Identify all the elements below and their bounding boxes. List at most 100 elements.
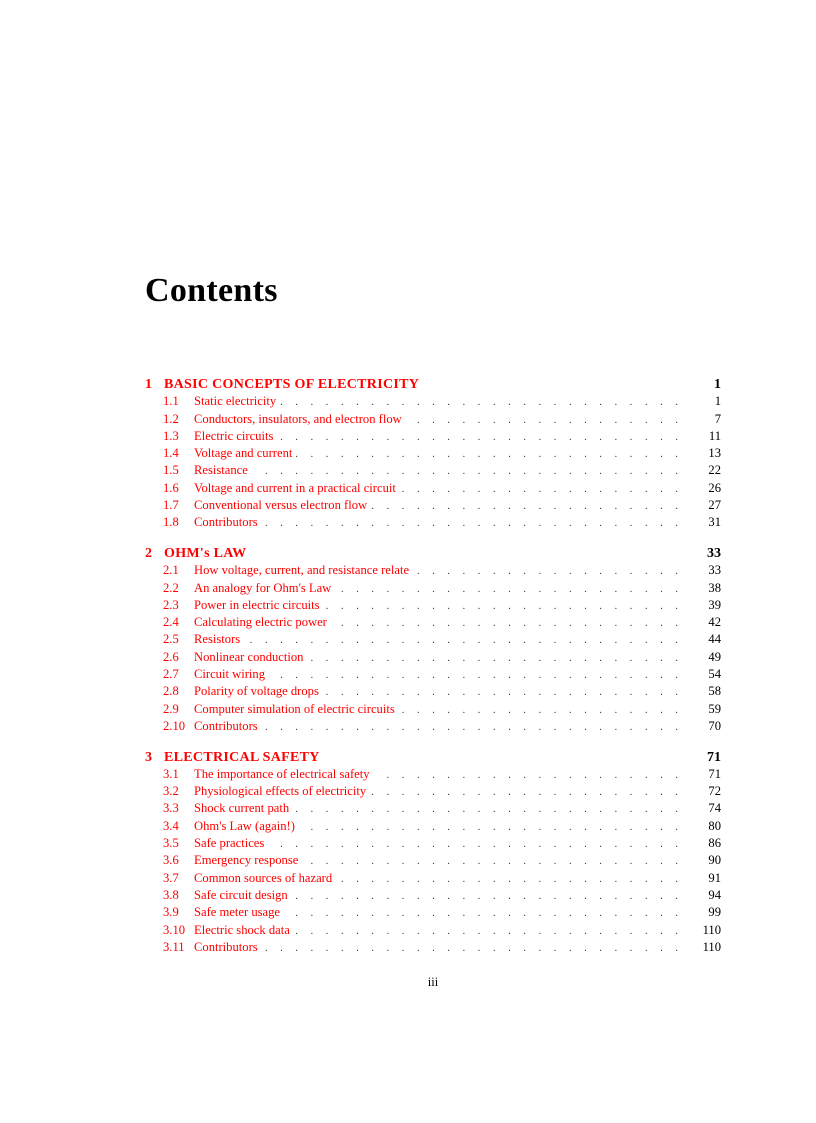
section-entry[interactable]: 1.1 Static electricity. . . . . . . . . .…	[145, 394, 721, 411]
section-number[interactable]: 2.3	[163, 598, 194, 613]
section-number[interactable]: 2.8	[163, 684, 194, 699]
chapter-entry[interactable]: 3 ELECTRICAL SAFETY 71	[145, 750, 721, 767]
section-title-link[interactable]: Computer simulation of electric circuits	[194, 702, 399, 717]
section-number[interactable]: 1.5	[163, 463, 194, 478]
section-entry[interactable]: 1.2 Conductors, insulators, and electron …	[145, 412, 721, 429]
section-number[interactable]: 2.9	[163, 702, 194, 717]
section-number[interactable]: 2.5	[163, 632, 194, 647]
section-title-link[interactable]: Resistors	[194, 632, 244, 647]
section-number[interactable]: 3.10	[163, 923, 194, 938]
section-title-link[interactable]: Ohm's Law (again!)	[194, 819, 299, 834]
section-number[interactable]: 3.3	[163, 801, 194, 816]
section-title-link[interactable]: Resistance	[194, 463, 252, 478]
section-number[interactable]: 3.4	[163, 819, 194, 834]
section-number[interactable]: 3.8	[163, 888, 194, 903]
section-title-link[interactable]: Conventional versus electron flow	[194, 498, 371, 513]
chapter-number[interactable]: 1	[145, 377, 164, 393]
section-entry[interactable]: 3.8 Safe circuit design. . . . . . . . . …	[145, 888, 721, 905]
chapter-title-link[interactable]: OHM's LAW	[164, 546, 707, 562]
section-title-link[interactable]: Conductors, insulators, and electron flo…	[194, 412, 406, 427]
section-entry[interactable]: 2.7 Circuit wiring. . . . . . . . . . . .…	[145, 667, 721, 684]
chapter-entry[interactable]: 1 BASIC CONCEPTS OF ELECTRICITY 1	[145, 377, 721, 394]
section-page-number: 38	[708, 580, 721, 595]
section-title-link[interactable]: Common sources of hazard	[194, 871, 336, 886]
section-entry[interactable]: 2.8 Polarity of voltage drops. . . . . . …	[145, 684, 721, 701]
section-number[interactable]: 1.8	[163, 515, 194, 530]
section-number[interactable]: 3.2	[163, 784, 194, 799]
section-title-link[interactable]: Contributors	[194, 719, 262, 734]
section-number[interactable]: 3.7	[163, 871, 194, 886]
section-entry[interactable]: 2.1 How voltage, current, and resistance …	[145, 563, 721, 580]
section-entry[interactable]: 3.2 Physiological effects of electricity.…	[145, 784, 721, 801]
section-entry[interactable]: 3.3 Shock current path. . . . . . . . . .…	[145, 801, 721, 818]
section-entry[interactable]: 2.5 Resistors. . . . . . . . . . . . . . …	[145, 632, 721, 649]
section-entry[interactable]: 1.5 Resistance. . . . . . . . . . . . . .…	[145, 463, 721, 480]
chapter-number[interactable]: 3	[145, 750, 164, 766]
section-number[interactable]: 2.4	[163, 615, 194, 630]
section-title-link[interactable]: Electric circuits	[194, 429, 277, 444]
section-number[interactable]: 2.2	[163, 581, 194, 596]
dot-leader: . . . . . . . . . . . . . . . . . . . . …	[296, 449, 683, 461]
section-entry[interactable]: 3.7 Common sources of hazard. . . . . . .…	[145, 871, 721, 888]
section-title-link[interactable]: Safe circuit design	[194, 888, 292, 903]
section-entry[interactable]: 2.4 Calculating electric power. . . . . .…	[145, 615, 721, 632]
section-title-link[interactable]: Safe practices	[194, 836, 268, 851]
section-entry[interactable]: 1.6 Voltage and current in a practical ci…	[145, 481, 721, 498]
section-entry[interactable]: 3.4 Ohm's Law (again!). . . . . . . . . .…	[145, 819, 721, 836]
section-title-link[interactable]: Power in electric circuits	[194, 598, 324, 613]
section-entry[interactable]: 1.4 Voltage and current. . . . . . . . . …	[145, 446, 721, 463]
section-number[interactable]: 1.6	[163, 481, 194, 496]
section-title-link[interactable]: How voltage, current, and resistance rel…	[194, 563, 413, 578]
section-title-link[interactable]: Electric shock data	[194, 923, 294, 938]
section-title-link[interactable]: Contributors	[194, 515, 262, 530]
section-number[interactable]: 1.3	[163, 429, 194, 444]
section-title-link[interactable]: Polarity of voltage drops	[194, 684, 323, 699]
section-title-link[interactable]: Calculating electric power	[194, 615, 331, 630]
section-title-link[interactable]: Nonlinear conduction	[194, 650, 307, 665]
section-title-link[interactable]: Circuit wiring	[194, 667, 269, 682]
section-number[interactable]: 3.9	[163, 905, 194, 920]
section-page-number: 110	[702, 922, 721, 937]
section-number[interactable]: 2.1	[163, 563, 194, 578]
section-entry[interactable]: 1.7 Conventional versus electron flow. . …	[145, 498, 721, 515]
section-number[interactable]: 2.7	[163, 667, 194, 682]
section-number[interactable]: 1.7	[163, 498, 194, 513]
section-entry[interactable]: 2.6 Nonlinear conduction. . . . . . . . .…	[145, 650, 721, 667]
section-title-link[interactable]: Shock current path	[194, 801, 293, 816]
section-entry[interactable]: 3.5 Safe practices. . . . . . . . . . . .…	[145, 836, 721, 853]
section-entry[interactable]: 2.3 Power in electric circuits. . . . . .…	[145, 598, 721, 615]
section-number[interactable]: 3.5	[163, 836, 194, 851]
section-number[interactable]: 1.4	[163, 446, 194, 461]
section-entry[interactable]: 3.6 Emergency response. . . . . . . . . .…	[145, 853, 721, 870]
section-title-link[interactable]: An analogy for Ohm's Law	[194, 581, 335, 596]
section-number[interactable]: 1.1	[163, 394, 194, 409]
section-number[interactable]: 2.10	[163, 719, 194, 734]
section-title-link[interactable]: Physiological effects of electricity	[194, 784, 370, 799]
section-title-link[interactable]: Safe meter usage	[194, 905, 284, 920]
section-entry[interactable]: 2.10 Contributors. . . . . . . . . . . . …	[145, 719, 721, 736]
section-title-link[interactable]: The importance of electrical safety	[194, 767, 374, 782]
chapter-number[interactable]: 2	[145, 546, 164, 562]
section-title-link[interactable]: Static electricity	[194, 394, 280, 409]
section-title-link[interactable]: Voltage and current in a practical circu…	[194, 481, 400, 496]
chapter-title-link[interactable]: ELECTRICAL SAFETY	[164, 750, 707, 766]
section-entry[interactable]: 2.9 Computer simulation of electric circu…	[145, 702, 721, 719]
section-entry[interactable]: 2.2 An analogy for Ohm's Law. . . . . . .…	[145, 581, 721, 598]
section-title-link[interactable]: Contributors	[194, 940, 262, 955]
section-entry[interactable]: 3.11 Contributors. . . . . . . . . . . . …	[145, 940, 721, 957]
section-title-link[interactable]: Emergency response	[194, 853, 302, 868]
section-page-number: 90	[708, 853, 721, 868]
section-number[interactable]: 3.11	[163, 940, 194, 955]
section-entry[interactable]: 3.10 Electric shock data. . . . . . . . .…	[145, 923, 721, 940]
section-entry[interactable]: 1.3 Electric circuits. . . . . . . . . . …	[145, 429, 721, 446]
section-entry[interactable]: 3.1 The importance of electrical safety. …	[145, 767, 721, 784]
section-number[interactable]: 3.1	[163, 767, 194, 782]
section-number[interactable]: 3.6	[163, 853, 194, 868]
section-number[interactable]: 2.6	[163, 650, 194, 665]
section-entry[interactable]: 3.9 Safe meter usage. . . . . . . . . . .…	[145, 905, 721, 922]
section-title-link[interactable]: Voltage and current	[194, 446, 296, 461]
section-number[interactable]: 1.2	[163, 412, 194, 427]
section-entry[interactable]: 1.8 Contributors. . . . . . . . . . . . .…	[145, 515, 721, 532]
chapter-title-link[interactable]: BASIC CONCEPTS OF ELECTRICITY	[164, 377, 714, 393]
chapter-entry[interactable]: 2 OHM's LAW 33	[145, 546, 721, 563]
